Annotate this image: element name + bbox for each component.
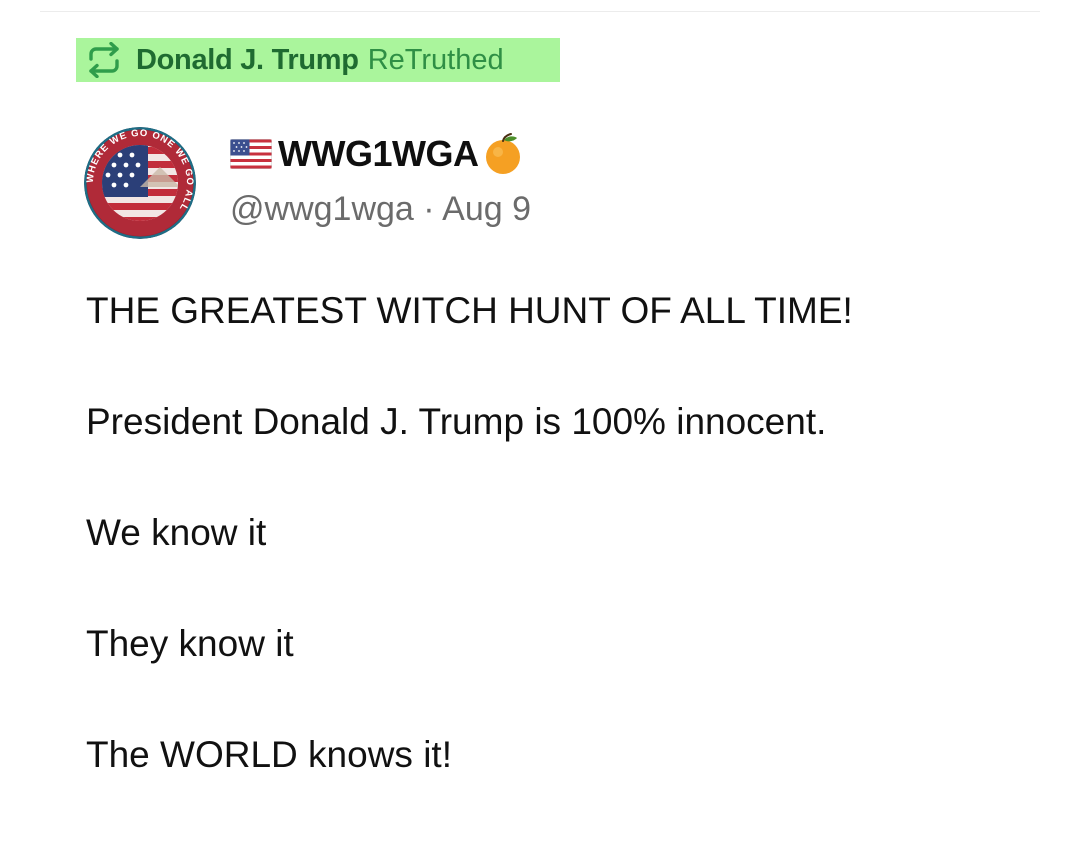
top-divider: [40, 11, 1040, 12]
retruth-author-name[interactable]: Donald J. Trump: [136, 44, 359, 77]
post-line: They know it: [86, 623, 294, 664]
post-line: President Donald J. Trump is 100% innoce…: [86, 401, 827, 442]
post-date[interactable]: Aug 9: [442, 190, 531, 228]
retruth-banner[interactable]: Donald J. Trump ReTruthed: [76, 38, 560, 82]
separator-dot: ·: [423, 190, 435, 228]
us-flag-icon: [229, 138, 273, 170]
author-handle[interactable]: @wwg1wga: [230, 190, 414, 228]
post-line: THE GREATEST WITCH HUNT OF ALL TIME!: [86, 290, 853, 331]
post-line: The WORLD knows it!: [86, 734, 452, 775]
author-line: WWG1WGA: [229, 130, 524, 178]
handle-date-line: @wwg1wga · Aug 9: [230, 190, 531, 229]
orange-icon: [482, 132, 524, 176]
retruth-label: ReTruthed: [367, 43, 504, 76]
author-display-name[interactable]: WWG1WGA: [278, 133, 479, 175]
repost-icon: [84, 41, 124, 79]
post-body: THE GREATEST WITCH HUNT OF ALL TIME! Pre…: [86, 287, 1046, 842]
avatar[interactable]: WHERE WE GO ONE WE GO ALL: [84, 127, 196, 239]
post-line: We know it: [86, 512, 267, 553]
